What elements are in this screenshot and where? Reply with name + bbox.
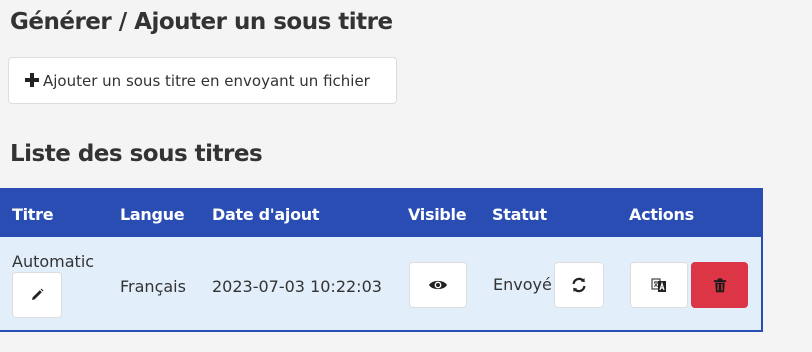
table-header: Titre Langue Date d'ajout Visible Statut… (0, 190, 761, 237)
subtitle-list-title: Liste des sous titres (10, 141, 263, 167)
pencil-icon (32, 288, 44, 300)
refresh-status-button[interactable] (554, 262, 604, 308)
column-header-visible: Visible (408, 205, 467, 224)
plus-icon (25, 72, 39, 87)
column-header-titre: Titre (12, 205, 54, 224)
column-header-statut: Statut (492, 205, 547, 224)
refresh-icon (572, 277, 586, 293)
row-titre: Automatic (12, 252, 95, 271)
row-langue: Français (120, 277, 186, 296)
row-statut: Envoyé (493, 275, 552, 294)
column-header-date: Date d'ajout (212, 205, 320, 224)
column-header-langue: Langue (120, 205, 185, 224)
delete-button[interactable] (691, 262, 748, 308)
row-date: 2023-07-03 10:22:03 (212, 277, 382, 296)
page-title: Générer / Ajouter un sous titre (10, 9, 393, 35)
subtitle-table: Titre Langue Date d'ajout Visible Statut… (0, 188, 763, 332)
column-header-actions: Actions (629, 205, 694, 224)
eye-icon (429, 280, 447, 290)
translate-icon (651, 278, 666, 292)
add-subtitle-file-button[interactable]: Ajouter un sous titre en envoyant un fic… (8, 57, 397, 104)
add-subtitle-file-label: Ajouter un sous titre en envoyant un fic… (43, 71, 370, 90)
trash-icon (713, 278, 726, 292)
toggle-visible-button[interactable] (409, 262, 467, 308)
translate-button[interactable] (630, 262, 688, 308)
edit-title-button[interactable] (12, 272, 62, 318)
